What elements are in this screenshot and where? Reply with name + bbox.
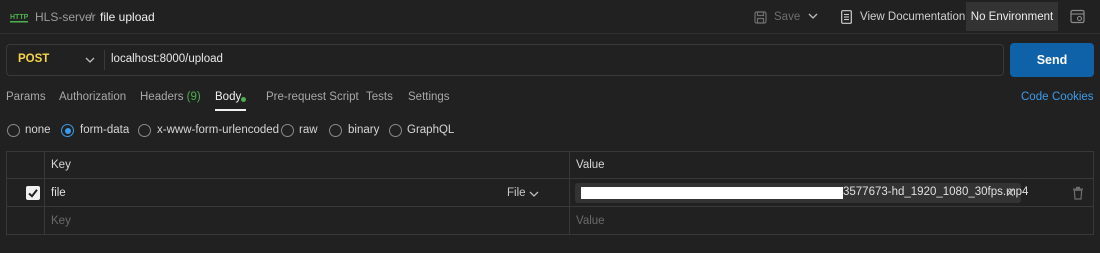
save-button[interactable]: Save (754, 8, 800, 26)
save-label: Save (774, 11, 801, 23)
environment-label: No Environment (970, 10, 1054, 23)
radio-urlencoded-label[interactable]: x-www-form-urlencoded (157, 124, 279, 136)
tab-headers[interactable]: Headers (9) (140, 91, 201, 103)
view-documentation-button[interactable]: View Documentation (841, 8, 965, 26)
radio-binary-label[interactable]: binary (348, 124, 379, 136)
headers-count-badge: (9) (186, 91, 201, 103)
request-title[interactable]: file upload (100, 10, 155, 24)
documentation-icon (841, 10, 852, 24)
radio-raw[interactable] (281, 124, 294, 137)
send-button[interactable]: Send (1010, 43, 1094, 77)
view-documentation-label: View Documentation (860, 11, 966, 23)
tab-params[interactable]: Params (6, 91, 46, 103)
environment-settings-icon[interactable] (1070, 9, 1085, 24)
code-link[interactable]: Code (1021, 91, 1049, 103)
redacted-file-path (581, 187, 843, 199)
radio-form-data[interactable] (61, 124, 74, 137)
radio-form-data-label[interactable]: form-data (80, 124, 129, 136)
chevron-down-icon[interactable] (84, 54, 96, 66)
row-key-input[interactable]: file (51, 187, 66, 199)
radio-none[interactable] (7, 124, 20, 137)
method-selector[interactable]: POST (18, 53, 49, 65)
tab-tests[interactable]: Tests (366, 91, 393, 103)
chevron-down-icon[interactable] (806, 9, 820, 23)
row-type-selector[interactable]: File (507, 187, 526, 199)
tab-headers-label: Headers (140, 91, 184, 103)
url-divider (104, 50, 105, 70)
table-header-divider (6, 178, 1094, 179)
close-icon[interactable]: ✕ (1005, 186, 1015, 200)
tab-body[interactable]: Body (215, 91, 241, 103)
breadcrumb-separator: / (89, 10, 93, 24)
new-value-input[interactable]: Value (576, 215, 605, 227)
file-chip-name: 3577673-hd_1920_1080_30fps.mp4 (843, 186, 1029, 198)
new-key-input[interactable]: Key (51, 215, 71, 227)
column-header-value: Value (576, 159, 605, 171)
http-icon: HTTP (10, 14, 28, 23)
table-row-divider (6, 206, 1094, 207)
column-header-key: Key (51, 159, 71, 171)
cookies-link[interactable]: Cookies (1052, 91, 1094, 103)
radio-raw-label[interactable]: raw (299, 124, 318, 136)
table-col-divider (569, 151, 570, 235)
radio-graphql-label[interactable]: GraphQL (407, 124, 454, 136)
svg-text:HTTP: HTTP (10, 14, 28, 21)
row-enabled-checkbox[interactable] (26, 186, 40, 200)
radio-urlencoded[interactable] (138, 124, 151, 137)
active-tab-indicator (215, 109, 246, 111)
radio-none-label[interactable]: none (25, 124, 51, 136)
environment-selector[interactable]: No Environment (966, 2, 1058, 31)
breadcrumb-collection[interactable]: HLS-server (35, 10, 96, 24)
table-col-divider (44, 151, 45, 235)
tab-pre-request-script[interactable]: Pre-request Script (266, 91, 359, 103)
tab-authorization[interactable]: Authorization (59, 91, 126, 103)
check-icon (28, 189, 38, 198)
url-input[interactable]: localhost:8000/upload (111, 53, 223, 65)
save-icon (754, 10, 767, 24)
body-indicator-dot (241, 97, 246, 102)
radio-binary[interactable] (329, 124, 342, 137)
radio-graphql[interactable] (389, 124, 402, 137)
chevron-down-icon[interactable] (528, 188, 540, 200)
tab-settings[interactable]: Settings (408, 91, 450, 103)
trash-icon[interactable] (1072, 186, 1084, 200)
